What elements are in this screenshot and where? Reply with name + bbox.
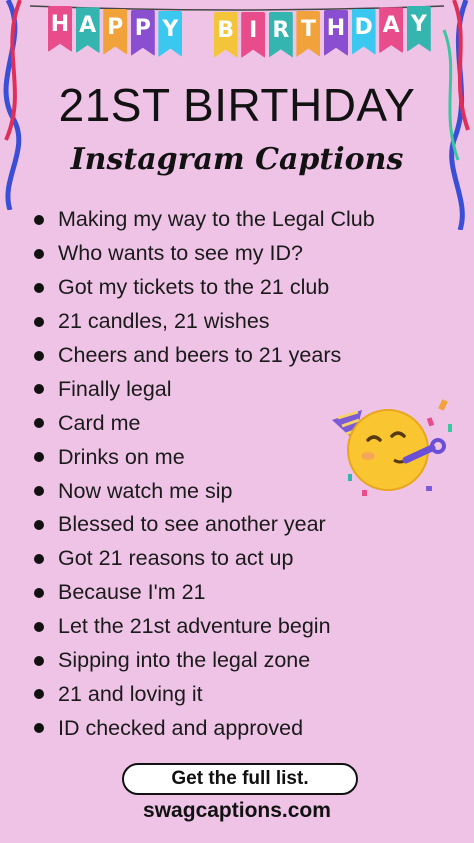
bullet-icon: [34, 621, 44, 632]
bullet-icon: [34, 452, 44, 463]
list-item: Sipping into the legal zone: [34, 644, 375, 678]
list-item: Let the 21st adventure begin: [34, 610, 375, 644]
banner-letter: T: [300, 16, 316, 42]
banner-flag: H: [48, 6, 72, 52]
banner-flag: D: [351, 8, 376, 55]
banner-letter: A: [382, 13, 400, 39]
banner-letter: H: [50, 12, 70, 37]
list-item: 21 candles, 21 wishes: [34, 305, 375, 339]
page-title: 21ST BIRTHDAY: [58, 79, 416, 131]
list-item: Because I'm 21: [34, 576, 375, 610]
banner-letter: Y: [410, 12, 427, 37]
banner-flag: H: [324, 9, 348, 56]
banner-flag: I: [241, 11, 266, 58]
banner-flag: B: [213, 11, 238, 58]
poster: HAPPYBIRTHDAY 21ST BIRTHDAY Instagram Ca…: [0, 0, 474, 843]
banner-flag: P: [130, 9, 155, 56]
banner-letter: D: [354, 14, 373, 40]
bullet-icon: [34, 689, 44, 700]
banner-letter: P: [134, 15, 151, 41]
list-item: 21 and loving it: [34, 677, 375, 711]
list-item: Drinks on me: [34, 440, 375, 474]
list-item: Cheers and beers to 21 years: [34, 339, 375, 373]
banner-letter: R: [272, 17, 290, 43]
banner-flag: A: [75, 7, 100, 54]
bullet-icon: [34, 316, 44, 327]
list-item: Got my tickets to the 21 club: [34, 271, 375, 305]
banner-letter: Y: [162, 16, 179, 42]
page-subtitle: Instagram Captions: [70, 142, 404, 177]
bullet-icon: [34, 519, 44, 530]
list-item: Making my way to the Legal Club: [34, 203, 375, 237]
website-link[interactable]: swagcaptions.com: [0, 799, 474, 823]
list-item: Finally legal: [34, 372, 375, 406]
banner-flag: P: [103, 8, 128, 55]
banner-letter: B: [217, 17, 234, 43]
bullet-icon: [34, 214, 44, 225]
bullet-icon: [34, 282, 44, 293]
bullet-icon: [34, 486, 44, 497]
banner-letter: P: [107, 14, 124, 40]
bullet-icon: [34, 350, 44, 361]
list-item: Who wants to see my ID?: [34, 237, 375, 271]
banner-flag: Y: [158, 10, 183, 57]
list-item: Blessed to see another year: [34, 508, 375, 542]
list-item: Now watch me sip: [34, 474, 375, 508]
banner-letter: A: [79, 13, 97, 39]
list-item: ID checked and approved: [34, 711, 375, 745]
bullet-icon: [34, 248, 44, 259]
banner-flag: A: [379, 7, 404, 54]
bullet-icon: [34, 587, 44, 598]
banner-flag: R: [268, 11, 293, 58]
bullet-icon: [34, 723, 44, 734]
banner-flag: Y: [406, 6, 431, 52]
banner-letter: I: [249, 17, 258, 43]
list-item: Card me: [34, 406, 375, 440]
list-item: Got 21 reasons to act up: [34, 542, 375, 576]
bullet-icon: [34, 553, 44, 564]
happy-birthday-banner: HAPPYBIRTHDAY: [0, 0, 474, 70]
banner-letter: H: [326, 15, 346, 41]
caption-list: Making my way to the Legal Club Who want…: [34, 203, 375, 745]
partying-face-icon: [332, 399, 452, 496]
banner-flag: T: [296, 10, 321, 57]
bullet-icon: [34, 655, 44, 666]
bullet-icon: [34, 418, 44, 429]
get-full-list-button[interactable]: Get the full list.: [122, 763, 358, 795]
bullet-icon: [34, 384, 44, 395]
